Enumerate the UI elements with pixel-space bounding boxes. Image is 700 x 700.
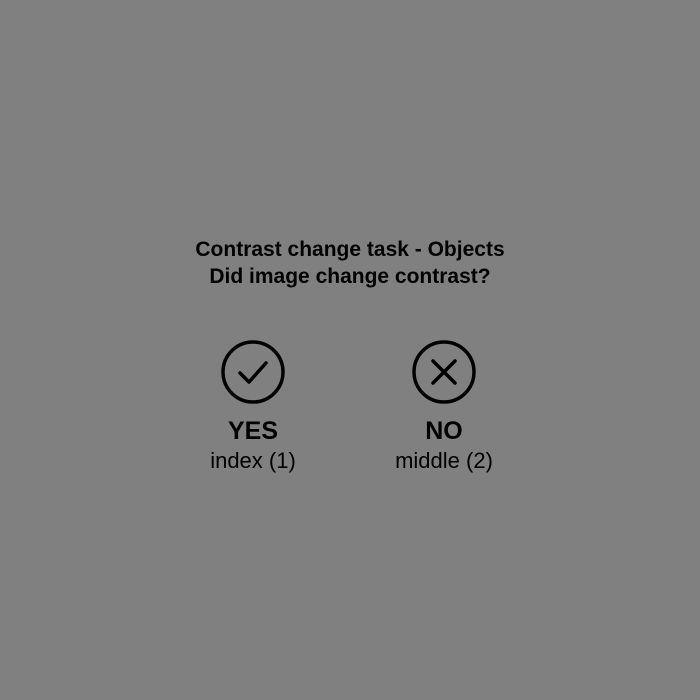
task-title: Contrast change task - Objects bbox=[195, 238, 505, 261]
no-option[interactable]: NO middle (2) bbox=[364, 338, 524, 475]
check-circle-icon bbox=[221, 340, 285, 404]
yes-option[interactable]: YES index (1) bbox=[173, 338, 333, 475]
yes-label: YES bbox=[227, 417, 279, 445]
no-key-hint: middle (2) bbox=[395, 448, 493, 473]
task-question: Did image change contrast? bbox=[209, 265, 491, 288]
no-label: NO bbox=[425, 417, 463, 445]
x-circle-icon bbox=[412, 340, 476, 404]
yes-key-hint: index (1) bbox=[210, 448, 296, 473]
task-prompt: Contrast change task - Objects Did image… bbox=[0, 236, 700, 290]
